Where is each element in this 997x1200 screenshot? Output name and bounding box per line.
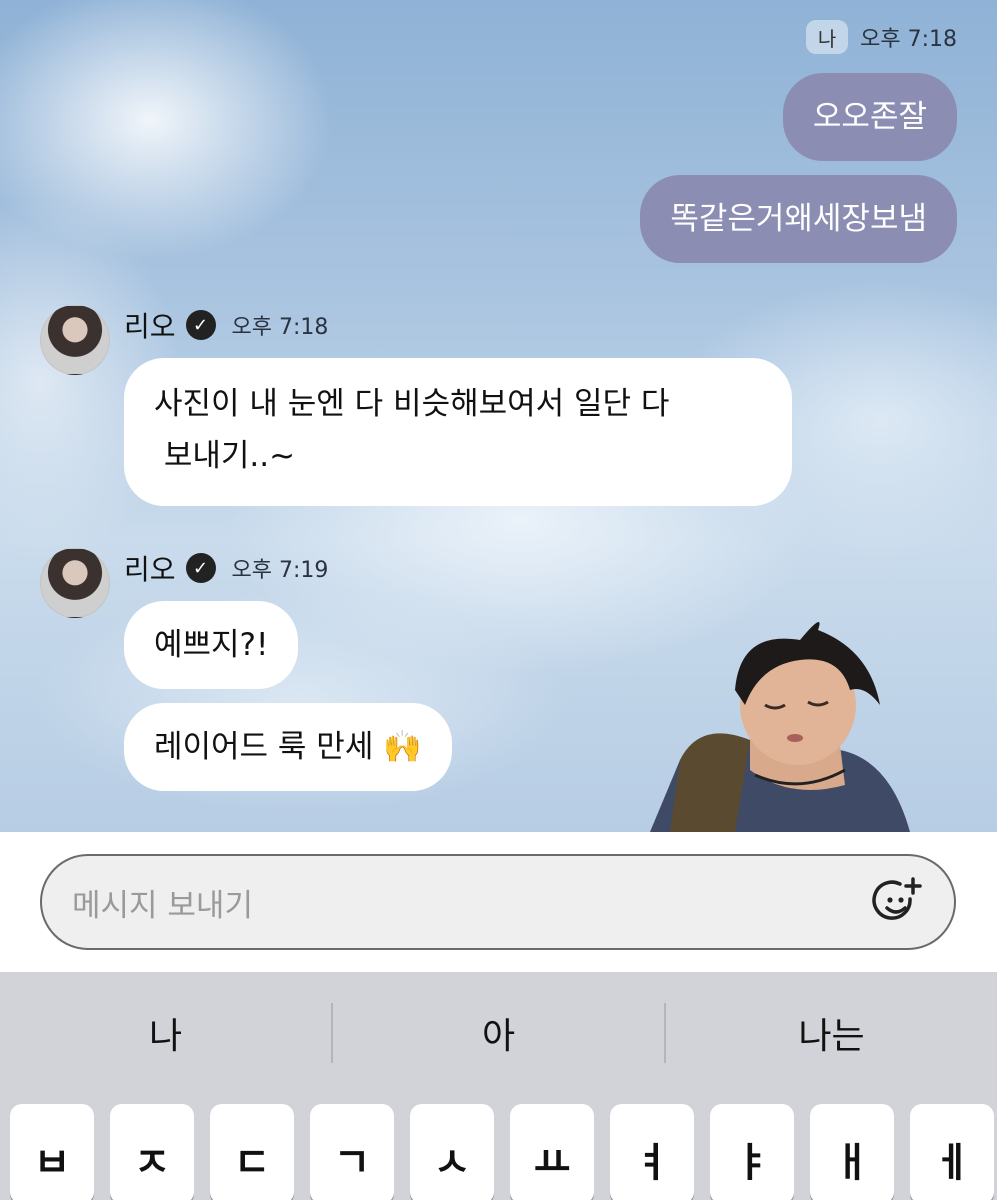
key-yeo[interactable]: ㅕ xyxy=(610,1104,694,1200)
chat-area: 나 오후 7:18 오오존잘 똑같은거왜세장보냄 리오 ✓ 오후 7:18 사진… xyxy=(0,0,997,832)
keyboard-row-top: ㅂ ㅈ ㄷ ㄱ ㅅ ㅛ ㅕ ㅑ ㅐ ㅔ xyxy=(10,1104,994,1200)
my-message-time: 오후 7:18 xyxy=(860,27,957,52)
key-b[interactable]: ㅂ xyxy=(10,1104,94,1200)
suggestion-item[interactable]: 나는 xyxy=(666,998,997,1068)
key-ya[interactable]: ㅑ xyxy=(710,1104,794,1200)
my-message-bubble[interactable]: 똑같은거왜세장보냄 xyxy=(640,175,957,263)
suggestion-item[interactable]: 아 xyxy=(333,998,664,1068)
sender-header: 리오 ✓ 오후 7:18 xyxy=(124,305,328,345)
suggestion-bar: 나 아 나는 xyxy=(0,998,997,1068)
message-time: 오후 7:18 xyxy=(231,315,329,340)
verified-badge-icon: ✓ xyxy=(185,553,216,583)
my-message-header: 나 오후 7:18 xyxy=(806,20,957,54)
person-sticker-image xyxy=(650,622,910,832)
message-text-line: 사진이 내 눈엔 다 비슷해보여서 일단 다 xyxy=(154,386,670,422)
message-text-line: 보내기..~ xyxy=(154,438,296,474)
sender-header: 리오 ✓ 오후 7:19 xyxy=(124,548,328,588)
suggestion-item[interactable]: 나 xyxy=(0,998,331,1068)
my-message-bubble[interactable]: 오오존잘 xyxy=(782,73,957,161)
key-ae[interactable]: ㅐ xyxy=(810,1104,894,1200)
their-message-bubble[interactable]: 레이어드 룩 만세 🙌 xyxy=(124,703,452,791)
message-input-placeholder: 메시지 보내기 xyxy=(72,887,253,924)
message-input[interactable]: 메시지 보내기 xyxy=(40,854,956,950)
me-badge: 나 xyxy=(806,20,849,54)
verified-badge-icon: ✓ xyxy=(185,310,216,340)
sender-name: 리오 xyxy=(124,310,176,343)
add-emoji-icon[interactable] xyxy=(870,875,924,929)
message-composer: 메시지 보내기 xyxy=(0,832,997,972)
sender-avatar[interactable] xyxy=(40,305,110,375)
key-s[interactable]: ㅅ xyxy=(410,1104,494,1200)
key-yo[interactable]: ㅛ xyxy=(510,1104,594,1200)
their-message-bubble[interactable]: 예쁘지?! xyxy=(124,601,299,689)
key-j[interactable]: ㅈ xyxy=(110,1104,194,1200)
their-message-bubble[interactable]: 사진이 내 눈엔 다 비슷해보여서 일단 다 보내기..~ xyxy=(124,358,792,506)
message-time: 오후 7:19 xyxy=(231,558,329,583)
key-g[interactable]: ㄱ xyxy=(310,1104,394,1200)
key-e[interactable]: ㅔ xyxy=(910,1104,994,1200)
sender-avatar[interactable] xyxy=(40,548,110,618)
sender-name: 리오 xyxy=(124,553,176,586)
key-d[interactable]: ㄷ xyxy=(210,1104,294,1200)
keyboard: 나 아 나는 ㅂ ㅈ ㄷ ㄱ ㅅ ㅛ ㅕ ㅑ ㅐ ㅔ xyxy=(0,972,997,1200)
